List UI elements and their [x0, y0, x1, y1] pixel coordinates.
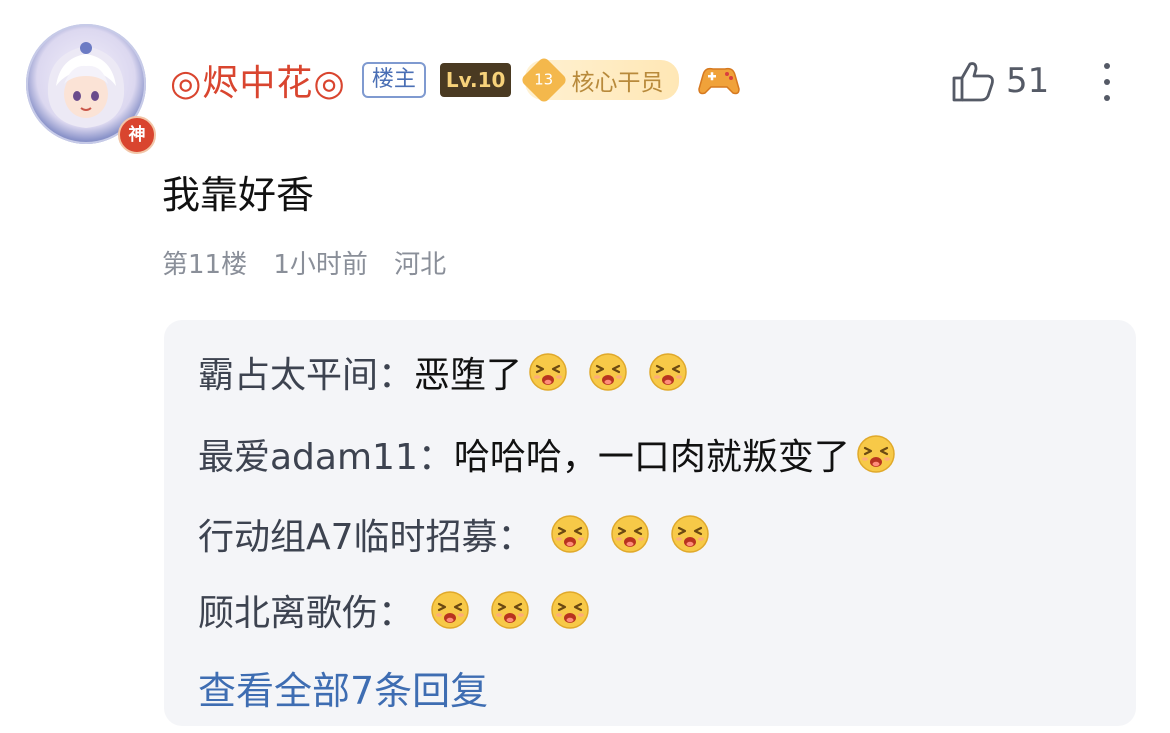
reply-text: 哈哈哈，一口肉就叛变了 [453, 437, 850, 478]
comment-post: 神 ◎烬中花◎ 楼主 Lv.10 13 核心干员 51 我靠好香 第11楼 1小… [0, 0, 1170, 733]
laughing-face-emoji [490, 590, 530, 630]
laughing-face-emoji [550, 514, 590, 554]
laughing-face-emoji [670, 514, 710, 554]
reply-author[interactable]: 顾北离歌伤： [198, 584, 414, 636]
laughing-face-emoji [588, 352, 628, 392]
reply-box[interactable]: 霸占太平间： 恶堕了 最爱adam11： 哈哈哈，一口肉就叛变了 行动组A7临时… [164, 320, 1136, 726]
laughing-face-emoji [648, 352, 688, 392]
post-content: 我靠好香 [162, 173, 315, 217]
gamepad-icon [698, 67, 741, 95]
laughing-face-emoji [610, 514, 650, 554]
reply-author[interactable]: 最爱adam11： [198, 428, 454, 480]
core-member-badge[interactable]: 13 核心干员 [520, 55, 680, 105]
floor-number: 第11楼 [162, 250, 248, 280]
reply-item[interactable]: 行动组A7临时招募： [198, 506, 710, 562]
laughing-face-emoji [528, 352, 568, 392]
vertical-ellipsis-icon[interactable] [1098, 58, 1116, 106]
reply-item[interactable]: 霸占太平间： 恶堕了 [198, 344, 688, 400]
view-all-replies-link[interactable]: 查看全部7条回复 [198, 660, 488, 715]
level-badge: Lv.10 [439, 63, 512, 97]
like-button[interactable]: 51 [950, 56, 1049, 106]
host-tag: 楼主 [361, 62, 426, 98]
reply-text: 恶堕了 [414, 355, 523, 396]
reply-author[interactable]: 行动组A7临时招募： [198, 508, 534, 560]
reply-item[interactable]: 顾北离歌伤： [198, 582, 590, 638]
thumbs-up-icon [952, 62, 994, 102]
reply-author[interactable]: 霸占太平间： [198, 346, 414, 398]
user-header: ◎烬中花◎ 楼主 Lv.10 13 核心干员 [170, 54, 741, 106]
post-meta: 第11楼 1小时前 河北 [162, 244, 464, 281]
like-count: 51 [1006, 61, 1050, 101]
reply-item[interactable]: 最爱adam11： 哈哈哈，一口肉就叛变了 [198, 426, 896, 482]
core-badge-label: 核心干员 [571, 70, 664, 96]
laughing-face-emoji [550, 590, 590, 630]
post-location: 河北 [394, 250, 447, 280]
laughing-face-emoji [856, 434, 896, 474]
post-time: 1小时前 [273, 250, 368, 280]
core-badge-number: 13 [520, 55, 569, 105]
username[interactable]: ◎烬中花◎ [170, 54, 346, 106]
god-badge: 神 [118, 116, 156, 154]
avatar[interactable]: 神 [26, 24, 156, 154]
laughing-face-emoji [430, 590, 470, 630]
